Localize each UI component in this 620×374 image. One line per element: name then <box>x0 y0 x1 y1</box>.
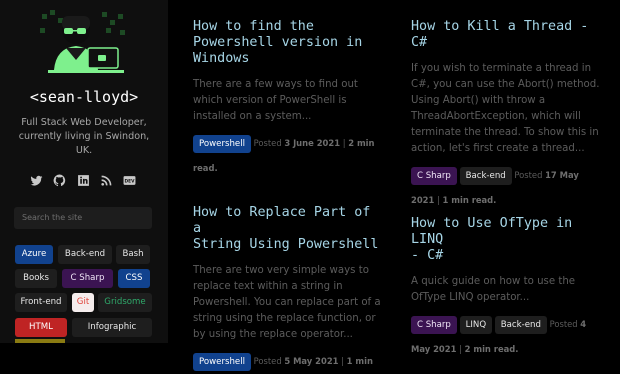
tag-html[interactable]: HTML <box>15 318 67 337</box>
tag-bash[interactable]: Bash <box>116 245 150 264</box>
post-excerpt: There are a few ways to find out which v… <box>193 79 358 122</box>
post-card: How to Kill a Thread - C# If you wish to… <box>411 19 601 213</box>
meta-separator: | <box>341 356 344 366</box>
post-tag[interactable]: C Sharp <box>411 166 457 185</box>
post-title[interactable]: How to Use OfType in LINQ - C# <box>411 216 601 264</box>
github-icon[interactable] <box>53 174 66 187</box>
tag-back-end[interactable]: Back-end <box>58 245 112 264</box>
tag-azure[interactable]: Azure <box>15 245 53 264</box>
posted-label: Posted <box>549 319 578 329</box>
post-meta: Powershell Posted 3 June 2021 | 2 min re… <box>193 131 378 181</box>
post-meta: C Sharp Back-end Posted 17 May 2021 | 1 … <box>411 163 601 213</box>
post-meta: C Sharp LINQ Back-end Posted 4 May 2021 … <box>411 312 601 362</box>
post-excerpt: There are two very simple ways to replac… <box>193 265 381 340</box>
avatar[interactable] <box>36 8 130 78</box>
tag-css[interactable]: CSS <box>118 269 150 288</box>
meta-separator: | <box>342 138 346 148</box>
post-title[interactable]: How to Kill a Thread - C# <box>411 19 601 51</box>
post-tag[interactable]: Powershell <box>193 134 251 153</box>
post-meta: Powershell Posted 5 May 2021 | 1 min <box>193 349 383 374</box>
post-tag[interactable]: LINQ <box>459 315 493 334</box>
search-input[interactable]: Search the site <box>14 207 152 229</box>
tag-books[interactable]: Books <box>15 269 57 288</box>
post-card: How to Use OfType in LINQ - C# A quick g… <box>411 216 601 362</box>
post-tag[interactable]: Powershell <box>193 352 251 371</box>
tag-infographic[interactable]: Infographic <box>72 318 152 337</box>
read-time: 1 min <box>346 356 373 366</box>
tag-row-edge <box>15 339 65 343</box>
post-excerpt: A quick guide on how to use the OfType L… <box>411 276 576 303</box>
post-title[interactable]: How to find the Powershell version in Wi… <box>193 19 378 67</box>
dev-icon[interactable]: DEV <box>123 174 136 187</box>
author-bio: Full Stack Web Developer, currently livi… <box>18 117 150 156</box>
posted-label: Posted <box>253 356 282 366</box>
tag-front-end[interactable]: Front-end <box>15 293 67 312</box>
tag-gridsome[interactable]: Gridsome <box>98 293 152 312</box>
post-tag[interactable]: C Sharp <box>411 315 457 334</box>
twitter-icon[interactable] <box>30 174 43 187</box>
post-date: 3 June 2021 <box>284 138 341 148</box>
rss-icon[interactable] <box>100 174 113 187</box>
meta-separator: | <box>459 344 462 354</box>
site-handle[interactable]: <sean-lloyd> <box>0 88 168 106</box>
post-excerpt: If you wish to terminate a thread in C#,… <box>411 63 600 154</box>
tag-c-sharp[interactable]: C Sharp <box>62 269 113 288</box>
post-card: How to find the Powershell version in Wi… <box>193 19 378 181</box>
meta-separator: | <box>436 195 440 205</box>
read-time: 1 min read. <box>442 195 497 205</box>
tag-git[interactable]: Git <box>72 293 94 312</box>
post-date: 5 May 2021 <box>284 356 339 366</box>
posted-label: Posted <box>253 138 282 148</box>
linkedin-icon[interactable] <box>77 174 90 187</box>
svg-text:DEV: DEV <box>125 178 136 184</box>
posted-label: Posted <box>514 170 543 180</box>
post-tag[interactable]: Back-end <box>459 166 512 185</box>
read-time: 2 min read. <box>464 344 519 354</box>
post-card: How to Replace Part of a String Using Po… <box>193 205 383 374</box>
social-links: DEV <box>30 172 136 188</box>
sidebar: <sean-lloyd> Full Stack Web Developer, c… <box>0 0 168 343</box>
post-title[interactable]: How to Replace Part of a String Using Po… <box>193 205 383 253</box>
post-tag[interactable]: Back-end <box>494 315 547 334</box>
